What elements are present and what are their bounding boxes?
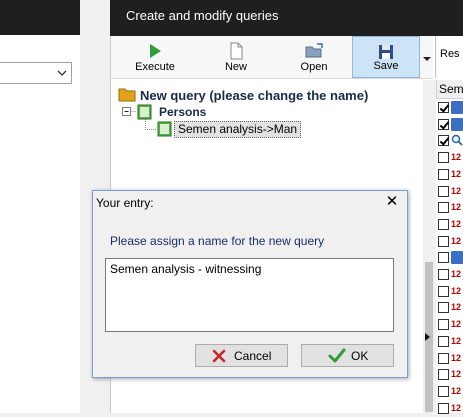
row-checkbox[interactable] bbox=[438, 168, 449, 180]
checkmark-icon bbox=[328, 348, 346, 363]
ok-label: OK bbox=[351, 349, 369, 363]
numeric-field-icon: 12 bbox=[451, 335, 462, 346]
row-checkbox[interactable] bbox=[438, 252, 449, 264]
row-checkbox[interactable] bbox=[438, 335, 449, 347]
row-checkbox[interactable] bbox=[438, 302, 449, 314]
main-window-title: Create and modify queries bbox=[126, 8, 279, 23]
magnifier-field-icon bbox=[451, 134, 463, 147]
chevron-down-icon bbox=[423, 57, 431, 61]
row-checkbox[interactable] bbox=[438, 152, 449, 164]
numeric-field-icon: 12 bbox=[451, 285, 462, 296]
grid-row[interactable]: 12 bbox=[437, 167, 463, 183]
save-label: Save bbox=[373, 60, 399, 72]
new-document-icon bbox=[230, 42, 243, 60]
main-window-titlebar: Create and modify queries bbox=[110, 0, 463, 36]
numeric-field-icon: 12 bbox=[451, 319, 462, 330]
grid-row[interactable]: 12 bbox=[437, 200, 463, 216]
query-name-input[interactable]: Semen analysis - witnessing bbox=[105, 258, 394, 332]
toolbar: Execute New Open Save bbox=[111, 36, 433, 79]
toolbar-separator bbox=[435, 36, 436, 78]
numeric-field-icon: 12 bbox=[451, 202, 462, 213]
grid-header-label: Sem bbox=[439, 82, 463, 96]
persons-table-icon bbox=[137, 104, 152, 120]
row-checkbox[interactable] bbox=[438, 218, 449, 230]
play-icon bbox=[150, 44, 161, 58]
blue-field-icon bbox=[451, 251, 463, 265]
grid-row[interactable] bbox=[437, 133, 463, 149]
row-checkbox[interactable] bbox=[438, 402, 449, 414]
row-checkbox[interactable] bbox=[438, 352, 449, 364]
row-checkbox[interactable] bbox=[438, 102, 449, 113]
row-checkbox[interactable] bbox=[438, 369, 449, 381]
numeric-field-icon: 12 bbox=[451, 385, 462, 396]
dialog-prompt: Please assign a name for the new query bbox=[110, 234, 325, 248]
floppy-disk-icon bbox=[379, 45, 393, 59]
grid-row[interactable]: 12 bbox=[437, 184, 463, 200]
row-checkbox[interactable] bbox=[438, 135, 449, 147]
row-checkbox[interactable] bbox=[438, 285, 449, 297]
grid-column-header[interactable]: Sem bbox=[436, 80, 463, 99]
save-dropdown-button[interactable] bbox=[420, 38, 434, 76]
tree-root-label[interactable]: New query (please change the name) bbox=[140, 88, 368, 103]
grid-row[interactable]: 12 bbox=[437, 384, 463, 400]
grid-row[interactable]: 12 bbox=[437, 284, 463, 300]
row-checkbox[interactable] bbox=[438, 385, 449, 397]
query-folder-icon bbox=[118, 88, 136, 102]
close-icon[interactable]: ✕ bbox=[382, 192, 402, 212]
row-checkbox[interactable] bbox=[438, 185, 449, 197]
grid-row[interactable] bbox=[437, 117, 463, 133]
ok-button[interactable]: OK bbox=[301, 344, 394, 367]
new-label: New bbox=[224, 61, 247, 73]
cancel-label: Cancel bbox=[234, 349, 272, 363]
grid-row[interactable]: 12 bbox=[437, 351, 463, 367]
numeric-field-icon: 12 bbox=[451, 269, 462, 279]
numeric-field-icon: 12 bbox=[451, 369, 462, 380]
cancel-button[interactable]: Cancel bbox=[195, 344, 288, 367]
numeric-field-icon: 12 bbox=[451, 185, 462, 196]
grid-row[interactable]: 12 bbox=[437, 300, 463, 316]
execute-label: Execute bbox=[135, 61, 175, 73]
left-window-titlebar bbox=[0, 0, 80, 35]
left-window-dropdown[interactable] bbox=[0, 62, 72, 84]
row-checkbox[interactable] bbox=[438, 202, 449, 214]
open-button[interactable]: Open bbox=[281, 36, 347, 78]
grid-row[interactable]: 12 bbox=[437, 367, 463, 383]
grid-row[interactable]: 12 bbox=[437, 217, 463, 233]
blue-field-icon bbox=[451, 117, 463, 131]
grid-row[interactable]: 12 bbox=[437, 334, 463, 350]
numeric-field-icon: 12 bbox=[451, 302, 462, 313]
new-button[interactable]: New bbox=[203, 36, 269, 78]
grid-row[interactable] bbox=[437, 250, 463, 266]
grid-row[interactable]: 12 bbox=[437, 150, 463, 166]
tree-leaf-item[interactable]: Semen analysis->Man bbox=[174, 121, 302, 138]
grid-row[interactable]: 12 bbox=[437, 267, 463, 283]
numeric-field-icon: 12 bbox=[451, 352, 462, 363]
open-folder-icon bbox=[305, 43, 323, 58]
row-checkbox[interactable] bbox=[438, 118, 449, 130]
row-checkbox[interactable] bbox=[438, 319, 449, 331]
numeric-field-icon: 12 bbox=[451, 218, 462, 229]
cancel-x-icon bbox=[212, 349, 226, 363]
blue-field-icon bbox=[451, 101, 463, 114]
chevron-down-icon bbox=[57, 70, 67, 76]
save-button[interactable]: Save bbox=[352, 36, 420, 78]
execute-button[interactable]: Execute bbox=[121, 36, 189, 78]
grid-row[interactable]: 12 bbox=[437, 317, 463, 333]
numeric-field-icon: 12 bbox=[451, 152, 462, 163]
grid-row[interactable]: 12 bbox=[437, 234, 463, 250]
tree-collapse-toggle[interactable] bbox=[122, 106, 132, 116]
grid-row[interactable] bbox=[437, 100, 463, 116]
numeric-field-icon: 12 bbox=[451, 168, 462, 179]
toolbar-button-partial[interactable]: Res bbox=[440, 48, 460, 60]
numeric-field-icon: 12 bbox=[451, 235, 462, 246]
left-window-body bbox=[0, 35, 80, 413]
semen-analysis-table-icon bbox=[157, 121, 172, 137]
tree-persons-label[interactable]: Persons bbox=[159, 105, 206, 119]
dialog-title: Your entry: bbox=[96, 196, 154, 210]
grid-row[interactable]: 12 bbox=[437, 401, 463, 417]
row-checkbox[interactable] bbox=[438, 269, 449, 280]
expand-arrow-icon[interactable] bbox=[424, 332, 432, 342]
row-checkbox[interactable] bbox=[438, 235, 449, 247]
open-label: Open bbox=[300, 61, 328, 73]
